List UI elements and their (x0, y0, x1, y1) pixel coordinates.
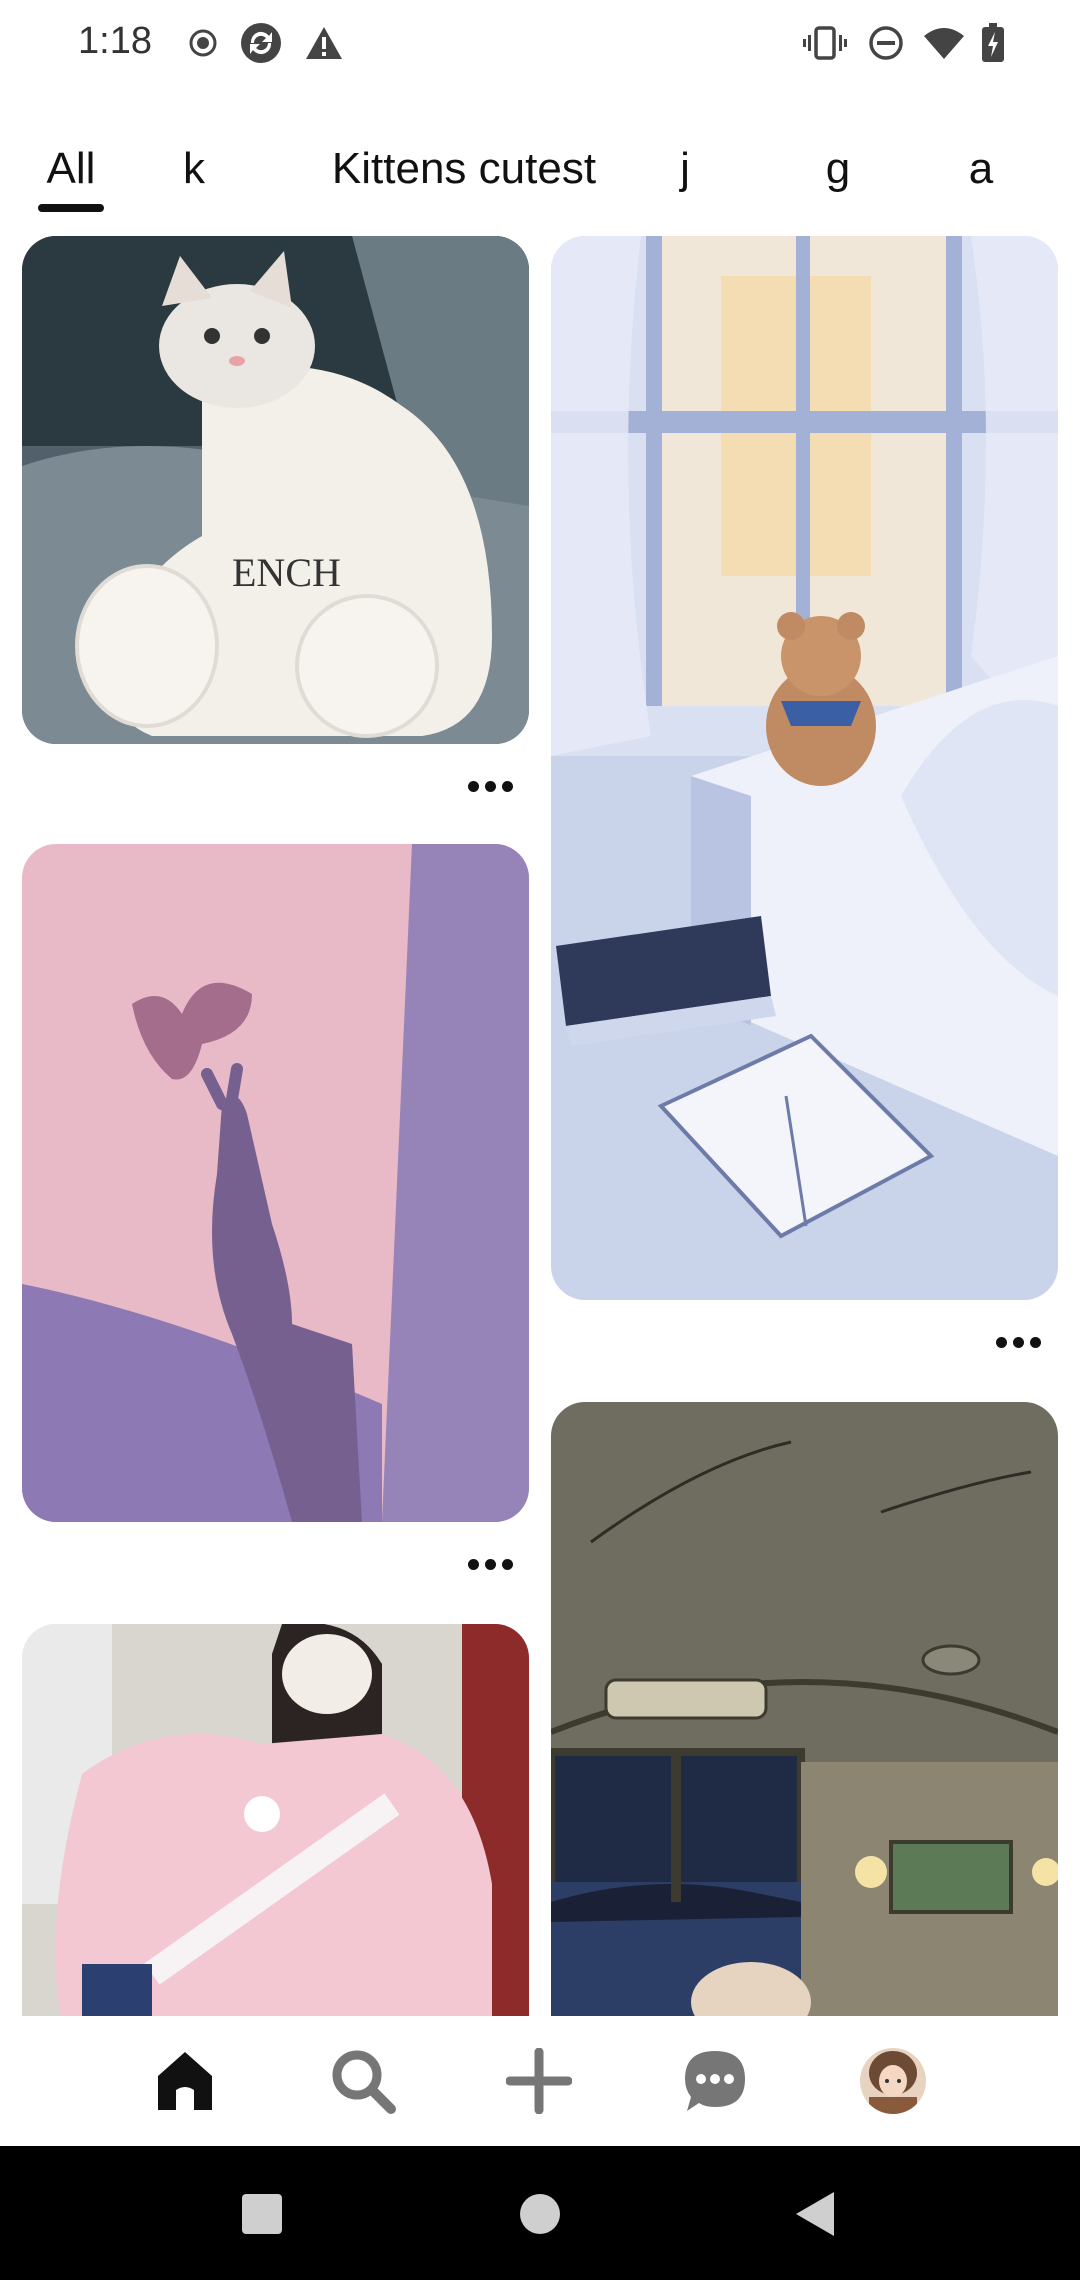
home-button[interactable] (508, 2182, 572, 2246)
pin-more-button[interactable] (460, 1544, 520, 1584)
profile-avatar[interactable] (848, 2036, 938, 2126)
svg-text:ENCH: ENCH (232, 550, 341, 595)
battery-charging-icon (978, 22, 1008, 64)
pin-kitten-in-hoodie[interactable]: ENCH (22, 236, 529, 744)
pin-feed[interactable]: ENCH (0, 236, 1080, 2016)
status-time: 1:18 (78, 20, 152, 62)
status-bar: 1:18 (0, 0, 1080, 88)
image-butterfly (22, 844, 529, 1522)
tab-kittens-cutest[interactable]: Kittens cutest (324, 144, 604, 194)
search-icon[interactable] (318, 2036, 408, 2126)
image-bedroom (551, 236, 1058, 1300)
image-train (551, 1402, 1058, 2016)
warning-icon (302, 22, 346, 64)
pin-more-button[interactable] (460, 766, 520, 806)
dnd-icon (866, 22, 906, 64)
sync-icon (238, 22, 284, 64)
vibrate-icon (802, 22, 848, 64)
pin-pink-hoodie-girl[interactable] (22, 1624, 529, 2016)
create-icon[interactable] (494, 2036, 584, 2126)
selected-tab-indicator (38, 204, 104, 212)
app-screen: 1:18 All k Kittens cutest j g a ENCH (0, 0, 1080, 2280)
bottom-navigation (0, 2016, 1080, 2146)
pin-teddy-bear-bedroom[interactable] (551, 236, 1058, 1300)
home-icon[interactable] (140, 2036, 230, 2126)
image-kitten: ENCH (22, 236, 529, 744)
pin-butterfly-hand-shadow[interactable] (22, 844, 529, 1522)
tab-g[interactable]: g (810, 144, 866, 194)
pin-more-button[interactable] (988, 1322, 1048, 1362)
board-tabs: All k Kittens cutest j g a (0, 130, 1080, 220)
tab-all[interactable]: All (36, 144, 106, 194)
back-button[interactable] (784, 2182, 848, 2246)
pin-night-train-interior[interactable] (551, 1402, 1058, 2016)
record-icon (186, 22, 220, 64)
image-girl (22, 1624, 529, 2016)
tab-k[interactable]: k (168, 144, 220, 194)
recents-button[interactable] (230, 2182, 294, 2246)
system-navigation-bar (0, 2146, 1080, 2280)
messages-icon[interactable] (670, 2036, 760, 2126)
wifi-icon (920, 22, 968, 64)
tab-a[interactable]: a (956, 144, 1006, 194)
tab-j[interactable]: j (660, 144, 710, 194)
